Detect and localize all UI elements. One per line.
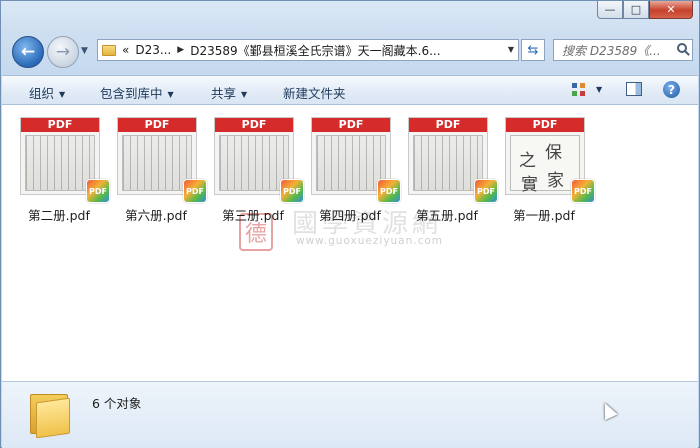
pdf-badge-icon: PDF (377, 179, 401, 203)
calligraphy-char: 保 (545, 143, 562, 163)
caret-down-icon: ▼ (241, 90, 248, 99)
search-placeholder: 搜索 D23589《... (562, 43, 661, 58)
minimize-button[interactable]: — (597, 1, 623, 19)
file-name[interactable]: 第五册.pdf (402, 205, 492, 224)
file-name[interactable]: 第四册.pdf (305, 205, 395, 224)
file-item[interactable]: PDF PDF 第三册.pdf (208, 117, 304, 225)
address-dropdown-icon[interactable]: ▼ (508, 45, 514, 54)
share-menu[interactable]: 共享 ▼ (211, 83, 247, 102)
file-name[interactable]: 第三册.pdf (208, 205, 298, 224)
thumb-band: PDF (21, 118, 99, 132)
file-name[interactable]: 第一册.pdf (499, 205, 589, 224)
refresh-button[interactable]: ⇆ (521, 39, 545, 61)
organize-menu[interactable]: 组织 ▼ (29, 83, 65, 102)
pdf-badge-icon: PDF (474, 179, 498, 203)
calligraphy-char: 家 (547, 171, 564, 191)
folder-icon (102, 44, 116, 56)
help-icon[interactable]: ? (663, 81, 680, 98)
thumb-band: PDF (118, 118, 196, 132)
breadcrumb-separator-icon[interactable]: ▶ (177, 45, 184, 55)
pdf-badge-icon: PDF (183, 179, 207, 203)
details-pane: 6 个对象 (2, 381, 698, 448)
page-preview: 之 保 實 家 (510, 135, 580, 194)
include-in-library-label: 包含到库中 (100, 86, 163, 101)
share-label: 共享 (211, 86, 237, 101)
breadcrumb-item[interactable]: D23... (135, 43, 171, 57)
page-preview (122, 135, 192, 191)
pdf-badge-icon: PDF (86, 179, 110, 203)
file-item[interactable]: PDF PDF 第六册.pdf (111, 117, 207, 225)
caret-down-icon: ▼ (167, 90, 174, 99)
close-button[interactable]: ✕ (649, 1, 693, 19)
search-input[interactable]: 搜索 D23589《... (553, 39, 693, 61)
page-preview (25, 135, 95, 191)
explorer-window: — □ ✕ ← → ▼ « D23... ▶ D23589《鄞县桓溪全氏宗谱》天… (0, 0, 700, 448)
include-in-library-menu[interactable]: 包含到库中 ▼ (100, 83, 174, 102)
pdf-badge-icon: PDF (280, 179, 304, 203)
thumb-band: PDF (506, 118, 584, 132)
command-bar: 组织 ▼ 包含到库中 ▼ 共享 ▼ 新建文件夹 ▼ ? (2, 75, 698, 105)
organize-label: 组织 (29, 86, 55, 101)
file-item[interactable]: PDF PDF 第五册.pdf (402, 117, 498, 225)
file-name[interactable]: 第六册.pdf (111, 205, 201, 224)
file-item[interactable]: PDF PDF 第四册.pdf (305, 117, 401, 225)
calligraphy-char: 實 (521, 175, 538, 195)
page-preview (316, 135, 386, 191)
forward-button[interactable]: → (47, 36, 79, 68)
thumb-band: PDF (312, 118, 390, 132)
pdf-badge-icon: PDF (571, 179, 595, 203)
file-name[interactable]: 第二册.pdf (14, 205, 104, 224)
folder-icon (30, 390, 70, 439)
maximize-button[interactable]: □ (623, 1, 649, 19)
address-bar[interactable]: « D23... ▶ D23589《鄞县桓溪全氏宗谱》天一阁藏本.6... ▼ (97, 39, 519, 61)
caption-buttons: — □ ✕ (597, 1, 693, 19)
calligraphy-char: 之 (519, 151, 536, 171)
back-button[interactable]: ← (12, 36, 44, 68)
new-folder-button[interactable]: 新建文件夹 (283, 83, 346, 102)
file-item[interactable]: PDF PDF 第二册.pdf (14, 117, 110, 225)
history-dropdown-icon[interactable]: ▼ (81, 46, 88, 56)
breadcrumb-overflow[interactable]: « (122, 43, 129, 57)
preview-pane-icon[interactable] (626, 82, 642, 96)
search-icon[interactable] (677, 43, 687, 53)
item-count: 6 个对象 (92, 396, 142, 411)
page-preview (219, 135, 289, 191)
view-dropdown-icon[interactable]: ▼ (596, 85, 602, 94)
change-view-icon[interactable] (572, 83, 586, 97)
page-preview (413, 135, 483, 191)
mouse-cursor-icon (598, 399, 618, 421)
file-list-area[interactable]: 德 國學資源網 www.guoxueziyuan.com PDF PDF 第二册… (2, 105, 698, 381)
thumb-band: PDF (409, 118, 487, 132)
caret-down-icon: ▼ (59, 90, 66, 99)
watermark-url: www.guoxueziyuan.com (296, 235, 444, 247)
breadcrumb-item[interactable]: D23589《鄞县桓溪全氏宗谱》天一阁藏本.6... (190, 42, 440, 59)
file-item[interactable]: PDF 之 保 實 家 PDF 第一册.pdf (499, 117, 595, 225)
thumb-band: PDF (215, 118, 293, 132)
